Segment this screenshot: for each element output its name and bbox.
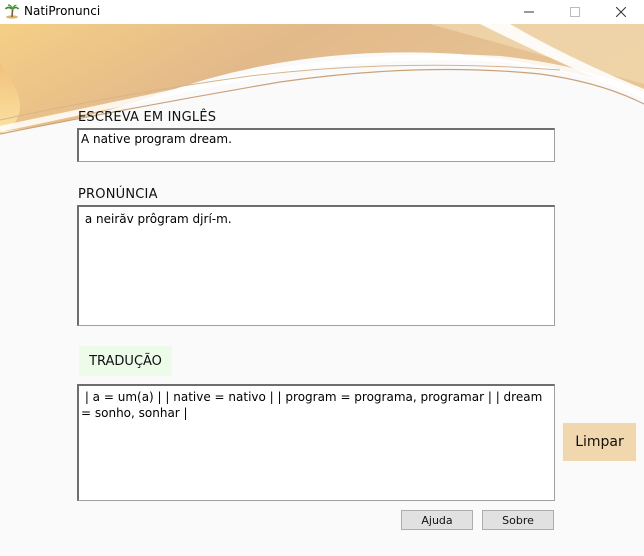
english-label: ESCREVA EM INGLÊS — [78, 110, 217, 125]
minimize-button[interactable] — [506, 0, 552, 24]
translation-output[interactable]: | a = um(a) | | native = nativo | | prog… — [77, 384, 555, 501]
minimize-icon — [524, 11, 534, 13]
help-button[interactable]: Ajuda — [401, 510, 473, 530]
close-icon — [616, 7, 626, 17]
palm-tree-icon — [4, 3, 20, 19]
english-input-value: A native program dream. — [81, 132, 232, 146]
maximize-icon — [570, 7, 580, 17]
pronunciation-output-value: a neirăv prôgram djrí-m. — [81, 212, 232, 226]
clear-button[interactable]: Limpar — [563, 423, 636, 461]
maximize-button[interactable] — [552, 0, 598, 24]
translation-output-value: | a = um(a) | | native = nativo | | prog… — [81, 390, 547, 420]
pronunciation-output[interactable]: a neirăv prôgram djrí-m. — [77, 205, 555, 326]
english-input[interactable]: A native program dream. — [77, 128, 555, 162]
about-button[interactable]: Sobre — [482, 510, 554, 530]
pronunciation-label: PRONÚNCIA — [78, 187, 158, 202]
window-title: NatiPronunci — [24, 4, 101, 18]
title-bar[interactable]: NatiPronunci — [0, 0, 644, 24]
translation-label: TRADUÇÃO — [79, 346, 172, 376]
close-button[interactable] — [598, 0, 644, 24]
app-window: NatiPronunci ESCREVA EM INGLÊS A native … — [0, 0, 644, 556]
